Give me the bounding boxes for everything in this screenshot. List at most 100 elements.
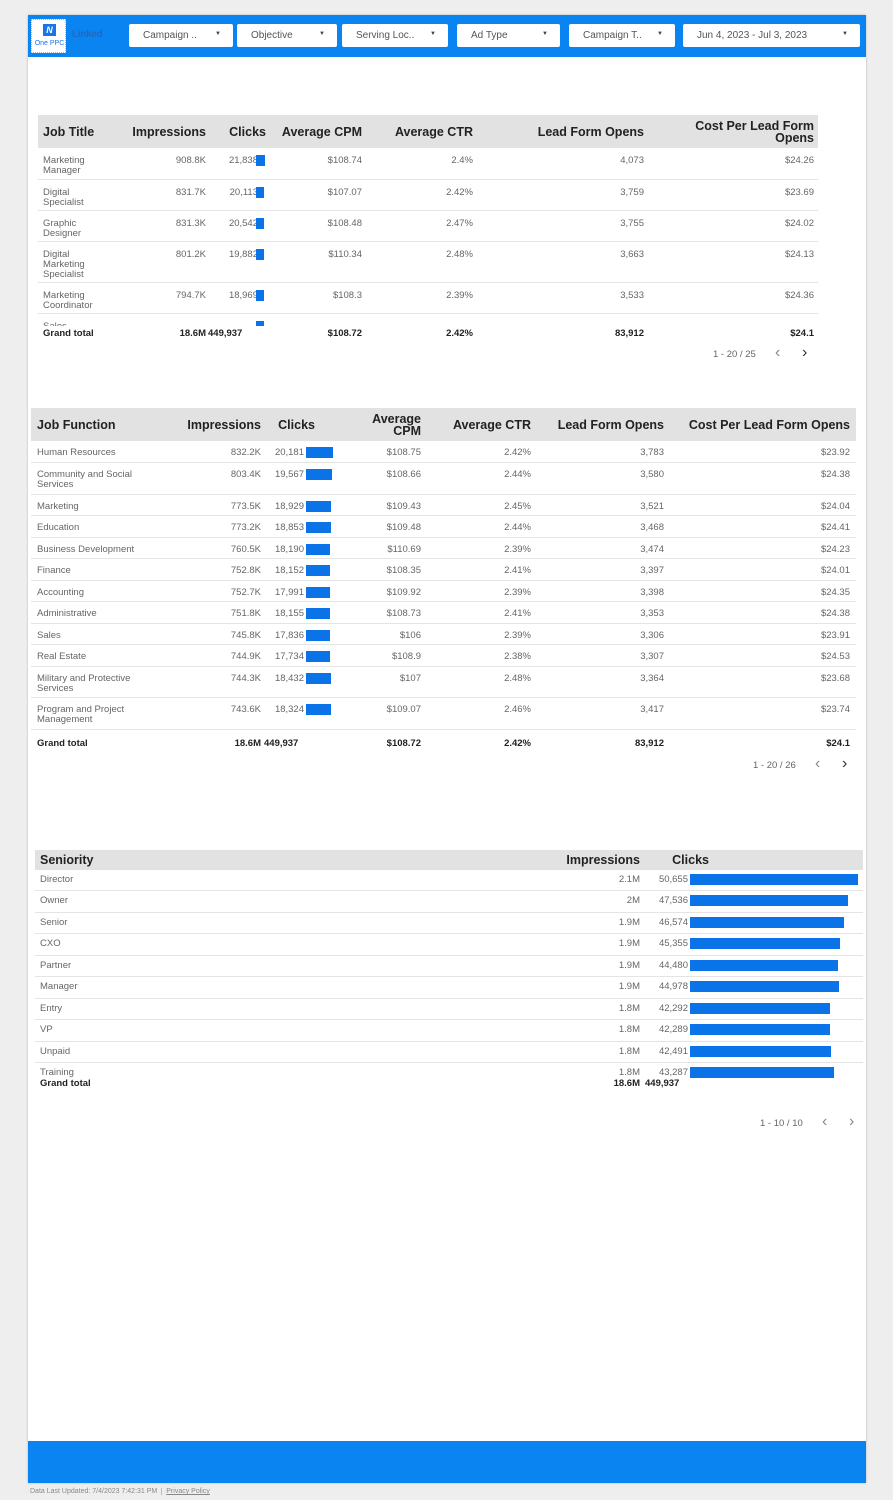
chevron-right-icon[interactable]: › [849, 1114, 854, 1130]
cell-cplfo: $24.53 [820, 651, 850, 662]
table-row[interactable]: Human Resources 832.2K 20,181 $108.75 2.42% 3… [31, 441, 856, 463]
table-row[interactable]: Owner 2M 47,536 [35, 891, 863, 913]
clicks-bar [306, 673, 331, 684]
chevron-left-icon[interactable]: ‹ [775, 345, 780, 361]
column-header-5[interactable]: Lead Form Opens [541, 419, 664, 432]
table-row[interactable]: Accounting 752.7K 17,991 $109.92 2.39% 3,398 $… [31, 581, 856, 602]
table-row[interactable]: Education 773.2K 18,853 $109.48 2.44% 3,468 $2… [31, 516, 856, 538]
column-header-4[interactable]: Average CTR [368, 126, 473, 139]
cell-name: Military and Protective Services [37, 673, 131, 694]
cell-impressions: 803.4K [230, 469, 261, 480]
table-row[interactable]: CXO 1.9M 45,355 [35, 934, 863, 956]
pagination-label: 1 - 20 / 25 [713, 349, 756, 360]
table-header: Seniority Impressions Clicks [35, 850, 863, 870]
chevron-down-icon: ▼ [657, 31, 663, 37]
clicks-bar [306, 447, 333, 458]
column-header-1[interactable]: Impressions [128, 126, 206, 139]
column-header-1[interactable]: Impressions [171, 419, 261, 432]
clicks-bar [306, 608, 331, 619]
table-row[interactable]: Marketing Coordinator 794.7K 18,969 $108.3 2… [38, 283, 818, 314]
chevron-right-icon[interactable]: › [802, 345, 807, 361]
clicks-bar [306, 651, 330, 662]
chevron-down-icon: ▼ [319, 31, 325, 37]
cell-clicks: 18,432 [274, 673, 304, 684]
column-header-0[interactable]: Job Function [37, 419, 157, 432]
cell-impressions: 751.8K [230, 608, 261, 619]
table-row[interactable]: Manager 1.9M 44,978 [35, 977, 863, 999]
filter-dropdown-2[interactable]: Serving Loc.. ▼ [342, 24, 448, 47]
column-header-4[interactable]: Average CTR [441, 419, 531, 432]
table-row[interactable]: Finance 752.8K 18,152 $108.35 2.41% 3,397 $24.… [31, 559, 856, 581]
cell-impressions: 794.7K [175, 290, 206, 301]
table-row[interactable]: VP 1.8M 42,289 [35, 1020, 863, 1042]
cell-clicks: 42,491 [658, 1046, 688, 1057]
column-header-2[interactable]: Clicks [216, 126, 266, 139]
cell-cpm: $107.07 [327, 187, 362, 198]
table-row[interactable]: Military and Protective Services 744.3K 18… [31, 667, 856, 698]
cell-impressions: 773.2K [230, 522, 261, 533]
table-row[interactable]: Marketing Manager 908.8K 21,838 $108.74 2.4%… [38, 148, 818, 180]
total-clicks: 449,937 [208, 328, 243, 339]
column-header-0[interactable]: Seniority [40, 854, 160, 867]
filter-dropdown-4[interactable]: Campaign T.. ▼ [569, 24, 675, 47]
column-header-6[interactable]: Cost Per Lead Form Opens [678, 120, 814, 145]
table-row[interactable]: Digital Specialist 831.7K 20,113 $107.07 2.4… [38, 180, 818, 211]
cell-lfo: 3,398 [640, 587, 664, 598]
table-row[interactable]: Unpaid 1.8M 42,491 [35, 1042, 863, 1063]
table-row[interactable]: Real Estate 744.9K 17,734 $108.9 2.38% 3,307 $… [31, 645, 856, 667]
filter-label: Objective [251, 30, 293, 41]
column-header-6[interactable]: Cost Per Lead Form Opens [671, 419, 850, 432]
cell-clicks: 42,292 [658, 1003, 688, 1014]
cell-impressions: 743.6K [230, 704, 261, 715]
cell-name: Marketing Manager [43, 155, 85, 176]
cell-cpm: $108.35 [386, 565, 421, 576]
privacy-policy-link[interactable]: Privacy Policy [161, 1488, 210, 1495]
chevron-left-icon[interactable]: ‹ [822, 1114, 827, 1130]
table-row[interactable]: Graphic Designer 831.3K 20,542 $108.48 2.47%… [38, 211, 818, 242]
table-row[interactable]: Community and Social Services 803.4K 19,56… [31, 463, 856, 495]
cell-clicks: 46,574 [658, 917, 688, 928]
filter-dropdown-0[interactable]: Campaign .. ▼ [129, 24, 233, 47]
cell-impressions: 2.1M [618, 874, 640, 885]
cell-lfo: 3,759 [620, 187, 644, 198]
cell-ctr: 2.42% [446, 187, 473, 198]
table-row[interactable]: Sales 745.8K 17,836 $106 2.39% 3,306 $23.91 [31, 624, 856, 645]
table-row[interactable]: Digital Marketing Specialist 801.2K 19,882… [38, 242, 818, 283]
chevron-down-icon: ▼ [542, 31, 548, 37]
chevron-left-icon[interactable]: ‹ [815, 756, 820, 772]
table-row[interactable]: Program and Project Management 743.6K 18,3… [31, 698, 856, 730]
grand-total-row: Grand total 18.6M 449,937 $108.72 2.42% 83,91… [38, 326, 818, 342]
table-row[interactable]: Entry 1.8M 42,292 [35, 999, 863, 1020]
cell-ctr: 2.4% [451, 155, 473, 166]
column-header-3[interactable]: Average CPM [351, 413, 421, 438]
column-header-5[interactable]: Lead Form Opens [518, 126, 644, 139]
cell-ctr: 2.42% [504, 447, 531, 458]
table-row[interactable]: Senior 1.9M 46,574 [35, 913, 863, 934]
cell-impressions: 1.8M [618, 1024, 640, 1035]
chevron-right-icon[interactable]: › [842, 756, 847, 772]
cell-lfo: 3,533 [620, 290, 644, 301]
table-row[interactable]: Marketing 773.5K 18,929 $109.43 2.45% 3,521 $2… [31, 495, 856, 516]
cell-impressions: 801.2K [175, 249, 206, 260]
column-header-2[interactable]: Clicks [649, 854, 709, 867]
table-row[interactable]: Sales [38, 314, 818, 326]
column-header-1[interactable]: Impressions [540, 854, 640, 867]
column-header-3[interactable]: Average CPM [268, 126, 362, 139]
cell-lfo: 3,474 [640, 544, 664, 555]
table-row[interactable]: Administrative 751.8K 18,155 $108.73 2.41% 3,… [31, 602, 856, 624]
total-impressions: 18.6M [179, 328, 206, 339]
filter-dropdown-5[interactable]: Jun 4, 2023 - Jul 3, 2023 ▼ [683, 24, 860, 47]
table-row[interactable]: Business Development 760.5K 18,190 $110.69 2… [31, 538, 856, 559]
filter-dropdown-1[interactable]: Objective ▼ [237, 24, 337, 47]
table-row[interactable]: Director 2.1M 50,655 [35, 870, 863, 891]
cell-lfo: 3,397 [640, 565, 664, 576]
table-row[interactable]: Partner 1.9M 44,480 [35, 956, 863, 977]
total-ctr: 2.42% [504, 738, 531, 749]
filter-label: Campaign .. [143, 30, 197, 41]
column-header-2[interactable]: Clicks [265, 419, 315, 432]
total-name: Grand total [40, 1078, 91, 1089]
cell-clicks: 20,113 [229, 187, 258, 198]
cell-clicks: 21,838 [228, 155, 258, 166]
column-header-0[interactable]: Job Title [43, 126, 133, 139]
filter-dropdown-3[interactable]: Ad Type ▼ [457, 24, 560, 47]
